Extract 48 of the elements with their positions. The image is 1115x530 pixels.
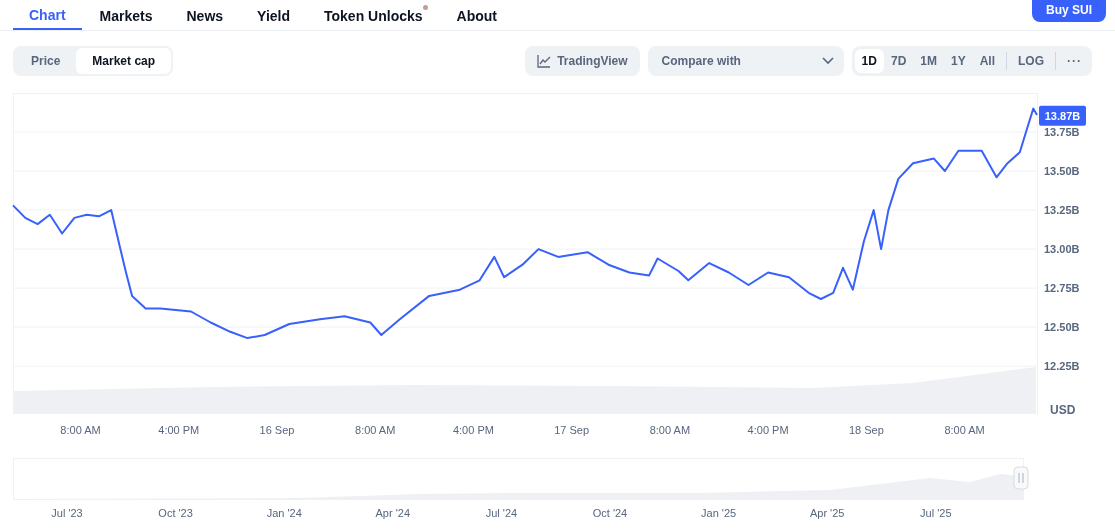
axis-label: 16 Sep [259,424,295,436]
nav-tab[interactable]: Markets [83,0,169,30]
axis-label: 12.25B [1044,360,1080,373]
range-tab[interactable]: All [972,49,1002,73]
axis-label: 8:00 AM [355,424,396,436]
axis-label: 4:00 PM [452,424,494,436]
range-tab[interactable]: 7D [883,49,914,73]
axis-label: 12.75B [1044,282,1080,295]
navigator-label: Jan '24 [266,507,302,519]
buy-button[interactable]: Buy SUI [1032,0,1106,22]
line-chart-icon [537,54,552,68]
range-tab[interactable]: 1D [854,49,884,73]
navigator-label: Jul '24 [485,507,518,519]
axis-label: 13.00B [1044,243,1080,256]
more-button[interactable]: ··· [1060,49,1089,73]
axis-label: 8:00 AM [60,424,101,436]
axis-label: 8:00 AM [649,424,691,436]
navigator-label: Oct '24 [592,507,628,519]
axis-label: 13.25B [1044,204,1080,217]
nav-tab[interactable]: Chart [13,0,82,30]
compare-select[interactable]: Compare with [647,46,844,76]
axis-label: 18 Sep [848,424,884,436]
axis-label: 13.75B [1044,126,1080,138]
range-tab[interactable]: 1M [913,49,944,73]
navigator-label: Apr '24 [375,507,411,519]
nav-tab[interactable]: News [170,0,240,30]
chevron-down-icon [821,57,834,65]
toggle-option[interactable]: Market cap [76,48,172,74]
navigator-label: Apr '25 [809,507,845,519]
axis-label: 13.50B [1044,165,1080,178]
navigator-label: Oct '23 [158,507,193,519]
nav-tab[interactable]: About [440,0,513,30]
axis-label: 8:00 AM [944,424,985,436]
navigator-label: Jul '23 [51,507,83,519]
nav-tab[interactable]: Yield [241,0,306,30]
axis-label: 17 Sep [554,424,590,436]
currency-label: USD [1050,403,1076,417]
axis-label: 4:00 PM [747,424,789,436]
tradingview-button[interactable]: TradingView [525,46,640,76]
navigator-label: Jul '25 [920,507,952,519]
range-tab[interactable]: 1Y [943,49,973,73]
current-value-badge: 13.87B [1039,105,1086,126]
nav-tab[interactable]: Token Unlocks [308,0,439,30]
axis-label: 12.50B [1044,321,1080,334]
log-button[interactable]: LOG [1011,49,1051,73]
axis-label: 4:00 PM [158,424,200,436]
toggle-option[interactable]: Price [15,48,77,74]
navigator-label: Jan '25 [701,507,737,519]
